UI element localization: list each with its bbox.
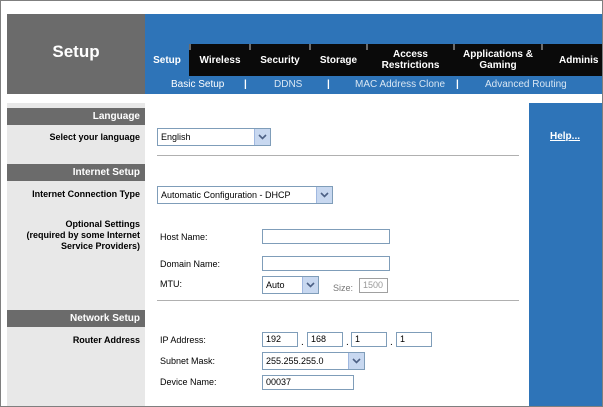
tab-wireless[interactable]: Wireless <box>191 44 249 76</box>
chevron-down-icon <box>302 277 318 293</box>
section-header-language: Language <box>7 108 145 125</box>
subtab-separator: | <box>327 79 330 90</box>
chevron-down-icon <box>254 129 270 145</box>
language-select[interactable]: English <box>157 128 271 146</box>
select-language-label: Select your language <box>49 132 140 142</box>
label-column: Language Select your language Internet S… <box>7 103 145 406</box>
mtu-selected-value: Auto <box>266 280 285 290</box>
domain-name-input[interactable] <box>262 256 390 271</box>
connection-type-selected-value: Automatic Configuration - DHCP <box>161 190 291 200</box>
optional-settings-label: Optional Settings (required by some Inte… <box>26 219 140 251</box>
section-header-network-setup: Network Setup <box>7 310 145 327</box>
mtu-size-input: 1500 <box>359 278 388 293</box>
tab-access-restrictions[interactable]: Access Restrictions <box>368 44 453 76</box>
router-address-label: Router Address <box>72 335 140 345</box>
ip-octet-3-input[interactable]: 1 <box>351 332 387 347</box>
tab-security[interactable]: Security <box>251 44 309 76</box>
subnet-mask-label: Subnet Mask: <box>160 356 216 366</box>
header-top-bar <box>145 14 602 44</box>
ip-octet-2-input[interactable]: 168 <box>307 332 343 347</box>
router-setup-page: Setup Setup Wireless Security Storage Ac… <box>0 0 603 407</box>
host-name-label: Host Name: <box>160 232 208 242</box>
tab-applications-gaming[interactable]: Applications & Gaming <box>455 44 541 76</box>
domain-name-label: Domain Name: <box>160 259 221 269</box>
ip-dot: . <box>346 337 349 348</box>
help-column: Help... <box>529 103 602 406</box>
tab-storage[interactable]: Storage <box>311 44 366 76</box>
subtab-separator: | <box>244 79 247 90</box>
header-title-block: Setup <box>7 14 145 94</box>
subnet-mask-select[interactable]: 255.255.255.0 <box>262 352 365 370</box>
subnet-mask-selected-value: 255.255.255.0 <box>266 356 324 366</box>
connection-type-label: Internet Connection Type <box>32 189 140 199</box>
subtab-ddns[interactable]: DDNS <box>274 76 302 94</box>
subtab-basic-setup[interactable]: Basic Setup <box>171 76 224 94</box>
ip-dot: . <box>390 337 393 348</box>
chevron-down-icon <box>316 187 332 203</box>
subtab-mac-address-clone[interactable]: MAC Address Clone <box>355 76 445 94</box>
host-name-input[interactable] <box>262 229 390 244</box>
ip-dot: . <box>301 337 304 348</box>
mtu-label: MTU: <box>160 279 182 289</box>
main-tabs: Setup Wireless Security Storage Access R… <box>145 44 602 76</box>
divider <box>157 155 519 156</box>
ip-octet-4-input[interactable]: 1 <box>396 332 432 347</box>
chevron-down-icon <box>348 353 364 369</box>
connection-type-select[interactable]: Automatic Configuration - DHCP <box>157 186 333 204</box>
ip-octet-1-input[interactable]: 192 <box>262 332 298 347</box>
help-link[interactable]: Help... <box>550 131 580 142</box>
device-name-label: Device Name: <box>160 377 217 387</box>
section-header-internet-setup: Internet Setup <box>7 164 145 181</box>
divider <box>157 300 519 301</box>
sub-tabs: Basic Setup | DDNS | MAC Address Clone |… <box>145 76 602 94</box>
settings-form: English Automatic Configuration - DHCP H… <box>145 103 529 406</box>
device-name-input[interactable]: 00037 <box>262 375 354 390</box>
tab-administration[interactable]: Adminis <box>543 44 602 76</box>
ip-address-label: IP Address: <box>160 335 206 345</box>
tab-setup[interactable]: Setup <box>145 44 189 76</box>
page-title: Setup <box>52 42 100 61</box>
header-gap <box>7 94 602 103</box>
size-label: Size: <box>333 283 354 293</box>
subtab-advanced-routing[interactable]: Advanced Routing <box>485 76 567 94</box>
mtu-select[interactable]: Auto <box>262 276 319 294</box>
language-selected-value: English <box>161 132 191 142</box>
subtab-separator: | <box>456 79 459 90</box>
